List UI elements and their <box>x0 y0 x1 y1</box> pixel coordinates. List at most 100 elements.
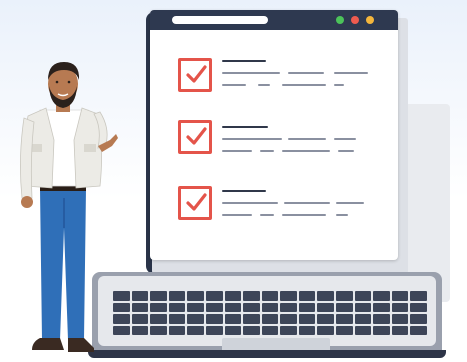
keyboard-key <box>298 291 316 301</box>
item-text-line <box>338 150 354 152</box>
keyboard-key <box>224 325 242 335</box>
left-shoe <box>32 338 64 350</box>
checklist-item <box>178 186 378 236</box>
keyboard-key <box>391 302 409 312</box>
checkmark-icon <box>186 65 207 83</box>
keyboard-key <box>224 291 242 301</box>
keyboard-key <box>373 291 390 301</box>
item-title-line <box>222 190 266 192</box>
keyboard-key <box>261 314 279 324</box>
keyboard-key <box>243 291 260 301</box>
item-title-line <box>222 126 268 128</box>
item-text-line <box>336 202 364 204</box>
keyboard-key <box>150 291 167 301</box>
checklist-item <box>178 120 378 170</box>
keyboard-key <box>354 314 372 324</box>
keyboard-key <box>298 325 316 335</box>
keyboard-key <box>205 325 223 335</box>
item-text-line <box>260 150 274 152</box>
item-text-line <box>222 150 252 152</box>
keyboard-key <box>298 302 316 312</box>
item-text-line <box>334 84 344 86</box>
keyboard-key <box>150 314 167 324</box>
keyboard-key <box>410 325 427 335</box>
keyboard-key <box>373 314 390 324</box>
keyboard-key <box>410 291 427 301</box>
item-title-line <box>222 60 266 62</box>
checkbox-checked <box>178 186 212 220</box>
keyboard-key <box>280 325 297 335</box>
keyboard-key <box>298 314 316 324</box>
keyboard-key <box>187 302 204 312</box>
keyboard-key <box>187 291 204 301</box>
browser-window <box>150 10 398 260</box>
item-text-line <box>334 138 356 140</box>
illustration-scene <box>0 0 467 362</box>
keyboard-key <box>373 302 390 312</box>
keyboard-key <box>391 325 409 335</box>
keyboard-key <box>168 302 186 312</box>
keyboard-key <box>410 314 427 324</box>
checkbox-checked <box>178 120 212 154</box>
item-text-line <box>222 84 246 86</box>
keyboard-key <box>354 325 372 335</box>
keyboard-key <box>131 314 149 324</box>
address-bar <box>172 16 268 24</box>
person-illustration <box>20 62 118 352</box>
item-text-line <box>336 214 348 216</box>
keyboard-key <box>391 314 409 324</box>
keyboard-key <box>131 302 149 312</box>
checkmark-icon <box>186 193 207 211</box>
keyboard-key <box>280 302 297 312</box>
keyboard-key <box>205 291 223 301</box>
keyboard-key <box>336 314 353 324</box>
keyboard-key <box>243 302 260 312</box>
keyboard-key <box>243 325 260 335</box>
item-text-line <box>282 84 326 86</box>
keyboard-key <box>224 314 242 324</box>
browser-title-bar <box>150 10 398 30</box>
item-text-line <box>282 214 326 216</box>
item-text-line <box>260 214 274 216</box>
keyboard-key <box>131 325 149 335</box>
keyboard-key <box>391 291 409 301</box>
keyboard-key <box>150 325 167 335</box>
item-text-line <box>258 84 270 86</box>
keyboard-key <box>410 302 427 312</box>
keyboard-key <box>168 314 186 324</box>
keyboard-key <box>187 325 204 335</box>
item-text-line <box>222 72 280 74</box>
keyboard-key <box>317 291 335 301</box>
keyboard-key <box>336 302 353 312</box>
keyboard-key <box>317 314 335 324</box>
checkmark-icon <box>186 127 207 145</box>
item-text-line <box>222 214 252 216</box>
laptop-base-edge <box>88 350 446 358</box>
item-text-line <box>288 72 324 74</box>
window-dot-yellow <box>366 16 374 24</box>
keyboard-key <box>261 325 279 335</box>
keyboard-key <box>373 325 390 335</box>
right-shoe <box>68 338 94 352</box>
checklist-item <box>178 58 378 108</box>
laptop-keyboard <box>112 290 428 336</box>
keyboard-key <box>187 314 204 324</box>
item-text-line <box>284 202 330 204</box>
item-text-line <box>222 138 282 140</box>
keyboard-key <box>150 302 167 312</box>
item-text-line <box>288 138 326 140</box>
keyboard-key <box>280 291 297 301</box>
item-text-line <box>334 72 368 74</box>
keyboard-key <box>317 325 335 335</box>
keyboard-key <box>261 291 279 301</box>
keyboard-key <box>336 291 353 301</box>
jeans <box>40 188 86 340</box>
window-dot-green <box>336 16 344 24</box>
keyboard-key <box>243 314 260 324</box>
checkbox-checked <box>178 58 212 92</box>
keyboard-key <box>168 325 186 335</box>
window-dot-red <box>351 16 359 24</box>
keyboard-key <box>205 314 223 324</box>
keyboard-key <box>280 314 297 324</box>
keyboard-key <box>354 291 372 301</box>
